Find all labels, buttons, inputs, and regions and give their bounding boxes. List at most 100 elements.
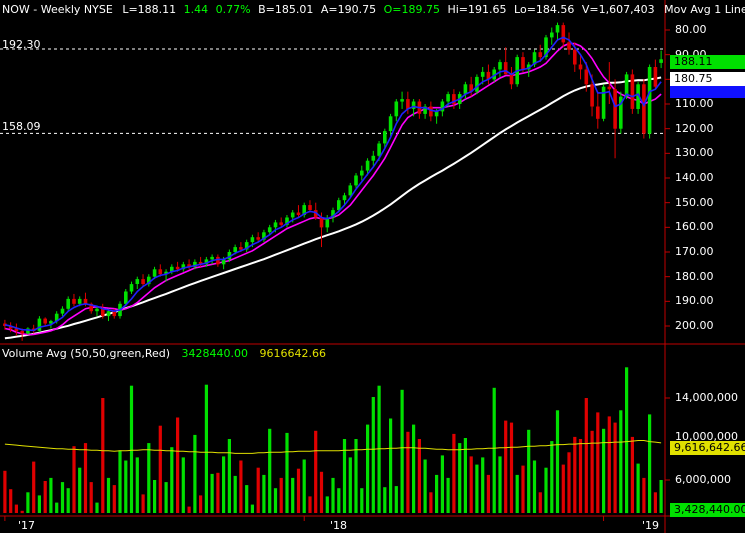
volume-bar (158, 425, 162, 513)
candle-body (613, 89, 617, 129)
volume-bar (567, 452, 571, 513)
volume-bar (602, 428, 606, 514)
volume-bar (181, 457, 185, 513)
volume-bar (348, 457, 352, 513)
volume-bar (204, 384, 208, 513)
ma-fast-line (4, 42, 662, 336)
volume-bar (60, 482, 65, 513)
lower-level-label: 158.09 (2, 120, 41, 133)
volume-bar (296, 468, 301, 513)
volume-bar (147, 443, 151, 513)
volume-bar (170, 447, 174, 513)
price-header: NOW - Weekly NYSE L=188.11 1.44 0.77% B=… (2, 3, 745, 16)
volume-bar (648, 414, 652, 513)
candle-body (308, 205, 312, 210)
volume-bar (9, 489, 13, 513)
candle-body (158, 269, 163, 275)
candle-body (446, 94, 450, 102)
volume-bar (642, 477, 646, 513)
volume-bar (515, 474, 519, 513)
price-tick: 200.00 (675, 319, 714, 332)
upper-level-label: 192.30 (2, 38, 41, 51)
candle-body (20, 330, 24, 334)
volume-bar (227, 439, 231, 513)
candle-body (360, 170, 364, 176)
volume-bar (89, 482, 93, 513)
volume-avg-tag: 9,616,642.66 (670, 441, 745, 455)
volume-bar (452, 433, 456, 513)
candle-body (250, 237, 255, 243)
volume-bar (446, 477, 450, 513)
volume-bar (360, 488, 364, 513)
volume-bar (262, 474, 266, 513)
volume-bar (389, 418, 393, 513)
volume-bar (653, 492, 657, 513)
candle-body (290, 212, 295, 218)
volume-bar (578, 439, 583, 513)
volume-bar (481, 457, 485, 513)
volume-bar (423, 459, 427, 513)
volume-bar (550, 441, 554, 513)
volume-bar (607, 416, 611, 513)
volume-bar (3, 470, 7, 513)
volume-current-value: 3428440.00 (181, 347, 248, 360)
volume-bar (394, 486, 398, 513)
volume-bar (95, 502, 99, 513)
low-price: Lo=184.56 (514, 3, 575, 16)
volume-bar (135, 457, 139, 513)
study-label: Mov Avg 1 Line (Clo (664, 3, 745, 16)
volume-bar (417, 439, 421, 513)
volume-bar (337, 488, 341, 513)
volume-bar (527, 429, 531, 513)
volume-bar (72, 446, 76, 513)
volume-bar (176, 417, 180, 513)
x-tick: '19 (642, 519, 660, 532)
candle-body (596, 106, 600, 119)
candle-body (590, 84, 594, 107)
volume-bar (222, 456, 226, 513)
vol-tick: 6,000,000 (675, 473, 731, 486)
volume-bar (256, 467, 260, 513)
volume-bar (630, 436, 634, 513)
volume-bar (106, 477, 111, 513)
volume-bar (440, 455, 444, 513)
candle-body (475, 76, 479, 92)
candle-body (509, 74, 514, 85)
volume-bar (377, 385, 381, 513)
volume-bar (412, 424, 416, 513)
chart-canvas (0, 0, 745, 533)
x-tick: '18 (330, 519, 348, 532)
volume-bar (383, 487, 387, 513)
volume-bar (164, 482, 168, 513)
volume-bar (504, 420, 508, 513)
candle-body (60, 308, 65, 314)
volume-bar (153, 480, 157, 513)
volume-bar (43, 481, 47, 513)
ma-price-tag: 180.75 (670, 72, 745, 86)
volume-bar (193, 434, 197, 513)
volume-bar (659, 480, 663, 513)
volume-bar (625, 367, 629, 514)
price-tick: 110.00 (675, 97, 714, 110)
volume-bar (20, 510, 24, 514)
candle-body (659, 59, 663, 63)
candle-body (129, 284, 134, 292)
volume-bar (32, 461, 36, 513)
candle-body (550, 32, 554, 38)
volume-bar (521, 465, 525, 513)
bid-price: B=185.01 (258, 3, 314, 16)
last-price-tag: 188.11 (670, 55, 745, 69)
candle-body (400, 99, 404, 102)
volume-study-label: Volume Avg (50,50,green,Red) (2, 347, 171, 360)
price-tick: 130.00 (675, 146, 714, 160)
volume-bar (250, 504, 254, 513)
volume-bar (400, 389, 404, 513)
x-tick: '17 (18, 519, 36, 532)
candle-body (630, 74, 635, 109)
price-tick: 180.00 (675, 269, 714, 283)
candle-body (498, 62, 502, 70)
candle-body (43, 318, 47, 324)
volume-bar (26, 492, 30, 513)
volume-bar (544, 467, 548, 513)
candle-body (394, 101, 399, 117)
